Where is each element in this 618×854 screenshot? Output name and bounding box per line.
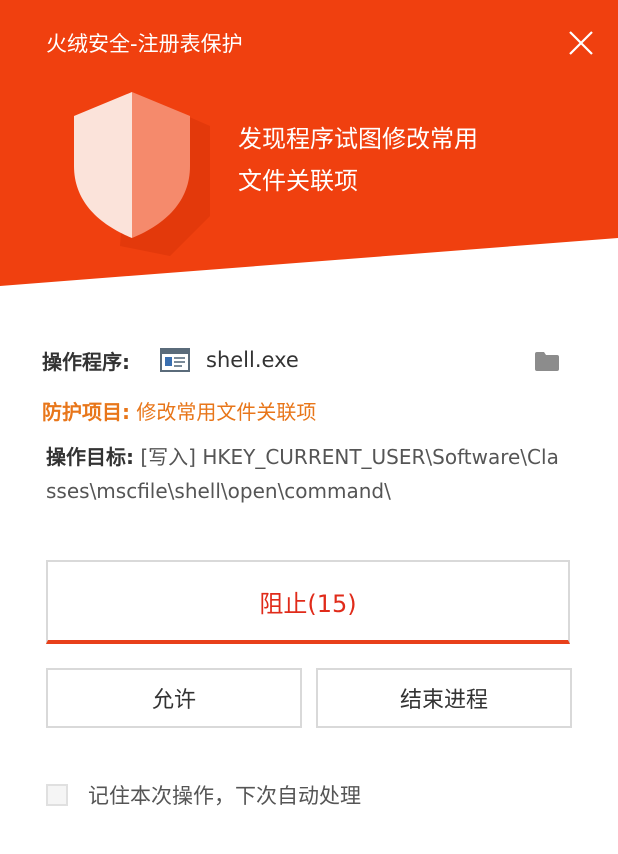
remember-checkbox[interactable] (46, 784, 68, 806)
remember-label: 记住本次操作，下次自动处理 (88, 784, 361, 808)
shield-icon (60, 86, 210, 260)
alert-header: 火绒安全-注册表保护 发现程序试图修改常用 文件关联项 (0, 0, 618, 290)
close-icon[interactable] (566, 28, 596, 58)
program-label: 操作程序: (42, 350, 130, 374)
remember-option[interactable]: 记住本次操作，下次自动处理 (46, 780, 361, 810)
exe-window-icon (160, 348, 190, 372)
headline-line-2: 文件关联项 (238, 167, 358, 195)
end-process-button-label: 结束进程 (399, 688, 488, 713)
protect-label: 防护项目: (42, 400, 130, 424)
folder-icon[interactable] (534, 350, 560, 372)
target-row: 操作目标: [写入] HKEY_CURRENT_USER\Software\Cl… (46, 440, 566, 508)
alert-headline: 发现程序试图修改常用 文件关联项 (238, 118, 478, 202)
end-process-button[interactable]: 结束进程 (316, 668, 572, 728)
allow-button[interactable]: 允许 (46, 668, 302, 728)
program-row: 操作程序: shell.exe (42, 346, 572, 378)
protect-value: 修改常用文件关联项 (136, 400, 317, 424)
program-name: shell.exe (206, 348, 299, 372)
window-title: 火绒安全-注册表保护 (46, 32, 243, 56)
block-button[interactable]: 阻止(15) (46, 560, 570, 644)
block-button-label: 阻止(15) (259, 589, 357, 618)
protect-row: 防护项目: 修改常用文件关联项 (42, 396, 316, 425)
allow-button-label: 允许 (151, 688, 196, 713)
target-label: 操作目标: (46, 445, 134, 469)
headline-line-1: 发现程序试图修改常用 (238, 125, 478, 153)
